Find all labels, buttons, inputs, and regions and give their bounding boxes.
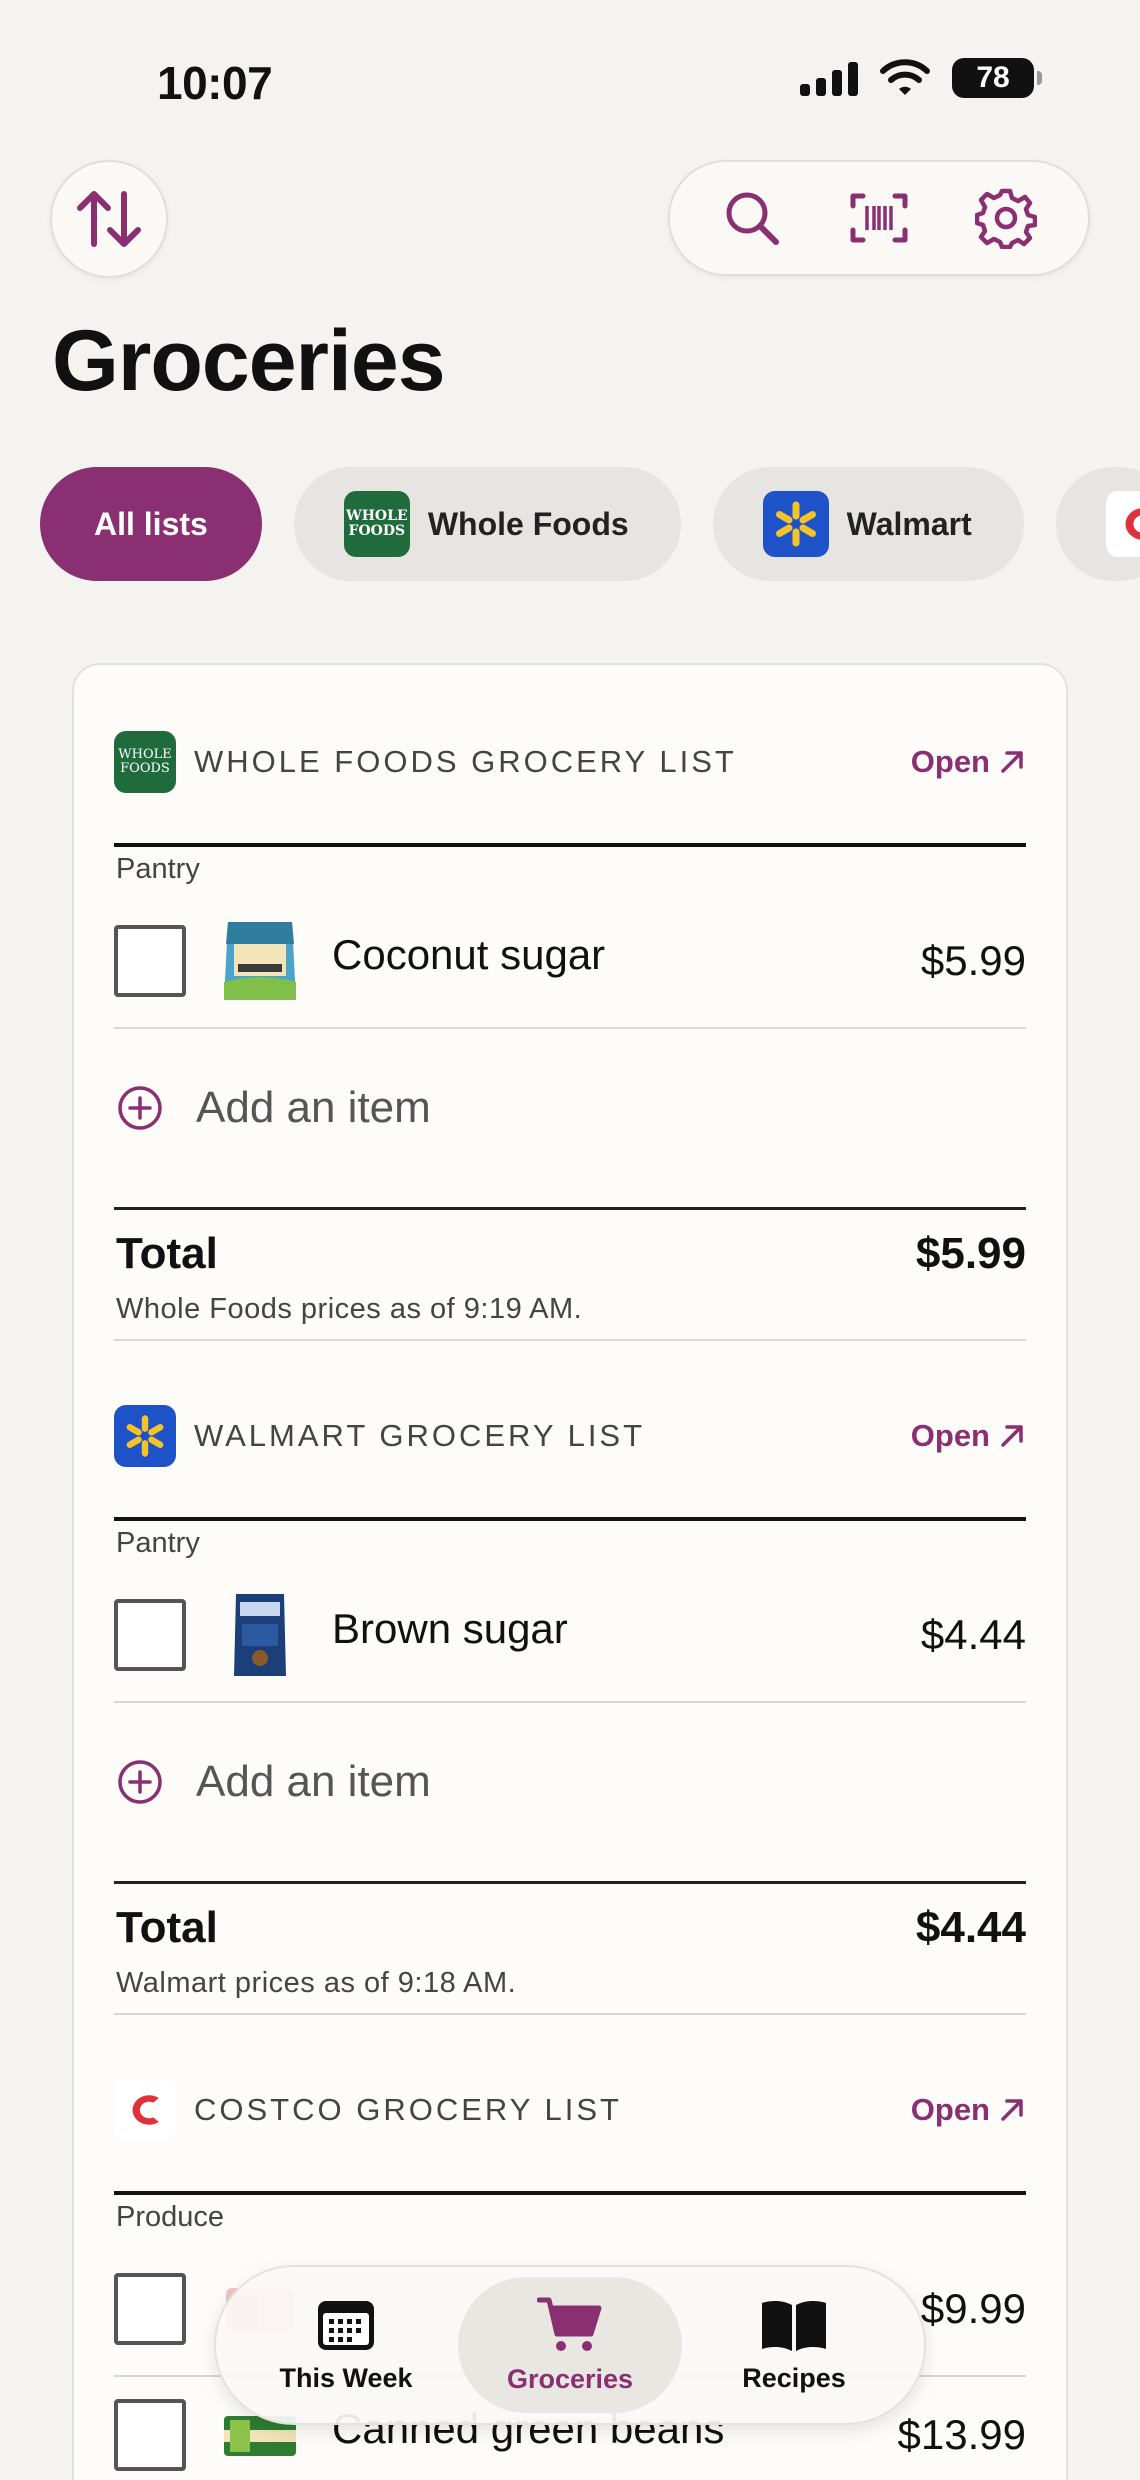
wifi-icon (880, 59, 930, 95)
cellular-signal-icon (800, 60, 858, 96)
add-item-label: Add an item (196, 1757, 431, 1806)
bottom-tab-bar: This Week Groceries Recipes (214, 2265, 926, 2425)
open-walmart-list-link[interactable]: Open (911, 1418, 1026, 1454)
search-button[interactable] (716, 182, 788, 254)
item-price: $5.99 (920, 937, 1026, 984)
filter-label: Whole Foods (427, 505, 629, 542)
item-checkbox[interactable] (114, 1599, 186, 1671)
barcode-scan-button[interactable] (843, 182, 915, 254)
list-title: WALMART GROCERY LIST (194, 1418, 646, 1453)
total-label: Total (116, 1903, 218, 1952)
total-label: Total (116, 1229, 218, 1278)
item-name: Coconut sugar (332, 931, 606, 978)
costco-logo-icon (114, 2079, 176, 2141)
filter-label: Walmart (846, 505, 972, 542)
item-name: Brown sugar (332, 1605, 568, 1652)
add-item-button[interactable]: Add an item (116, 1757, 431, 1807)
page-title: Groceries (52, 313, 446, 409)
sort-arrows-icon (77, 191, 141, 247)
list-item: Coconut sugar $5.99 (114, 911, 1026, 1011)
category-label: Produce (116, 2201, 225, 2233)
price-timestamp: Walmart prices as of 9:18 AM. (116, 1967, 517, 1999)
whole-foods-logo-icon: WHOLE FOODS (114, 731, 176, 793)
category-label: Pantry (116, 853, 200, 885)
item-checkbox[interactable] (114, 925, 186, 997)
grocery-lists-card: WHOLE FOODS WHOLE FOODS GROCERY LIST Open… (72, 663, 1068, 2480)
plus-circle-icon (118, 1760, 162, 1804)
brown-sugar-product-image (234, 1594, 286, 1676)
tab-label: This Week (279, 2362, 413, 2393)
price-timestamp: Whole Foods prices as of 9:19 AM. (116, 1293, 583, 1325)
filter-label: All lists (94, 505, 208, 542)
total-row: Total $4.44 (116, 1903, 1026, 1953)
arrow-up-right-icon (1001, 2099, 1023, 2121)
store-filter-bar: All lists WHOLE FOODS Whole Foods Walmart (40, 467, 1140, 581)
total-amount: $5.99 (915, 1229, 1026, 1278)
barcode-scan-icon (850, 193, 908, 243)
item-checkbox[interactable] (114, 2273, 186, 2345)
tab-recipes[interactable]: Recipes (682, 2277, 906, 2413)
open-book-icon (762, 2300, 826, 2351)
item-checkbox[interactable] (114, 2399, 186, 2471)
item-price: $13.99 (897, 2411, 1026, 2458)
filter-all-lists[interactable]: All lists (40, 467, 262, 581)
status-time: 10:07 (157, 57, 273, 109)
add-item-label: Add an item (196, 1083, 431, 1132)
filter-costco[interactable] (1055, 467, 1140, 581)
item-price: $9.99 (920, 2285, 1026, 2332)
battery-indicator: 78 (952, 58, 1042, 98)
arrow-up-right-icon (1001, 751, 1023, 773)
costco-logo-icon (1105, 491, 1140, 557)
settings-button[interactable] (970, 182, 1042, 254)
list-title: COSTCO GROCERY LIST (194, 2092, 622, 2127)
tab-this-week[interactable]: This Week (234, 2277, 458, 2413)
coconut-sugar-product-image (224, 922, 296, 1000)
shopping-cart-icon (537, 2297, 602, 2351)
filter-whole-foods[interactable]: WHOLE FOODS Whole Foods (293, 467, 681, 581)
search-icon (726, 192, 779, 245)
whole-foods-logo-icon: WHOLE FOODS (343, 491, 410, 557)
tab-label: Groceries (506, 2363, 634, 2394)
top-action-group (668, 160, 1090, 276)
walmart-list-header: WALMART GROCERY LIST Open (114, 1405, 1026, 1467)
open-costco-list-link[interactable]: Open (911, 2092, 1026, 2128)
walmart-spark-logo-icon (114, 1405, 176, 1467)
tab-label: Recipes (742, 2362, 846, 2393)
costco-list-header: COSTCO GROCERY LIST Open (114, 2079, 1026, 2141)
arrow-up-right-icon (1001, 1425, 1023, 1447)
category-label: Pantry (116, 1527, 200, 1559)
add-item-button[interactable]: Add an item (116, 1083, 431, 1133)
total-amount: $4.44 (915, 1903, 1026, 1952)
status-indicators: 78 (800, 58, 1042, 98)
open-whole-foods-list-link[interactable]: Open (911, 744, 1026, 780)
list-item: Brown sugar $4.44 (114, 1585, 1026, 1685)
gear-icon (975, 188, 1038, 249)
item-price: $4.44 (920, 1611, 1026, 1658)
sort-button[interactable] (50, 160, 168, 278)
whole-foods-list-header: WHOLE FOODS WHOLE FOODS GROCERY LIST Open (114, 731, 1026, 793)
filter-walmart[interactable]: Walmart (712, 467, 1024, 581)
tab-groceries[interactable]: Groceries (458, 2277, 682, 2413)
plus-circle-icon (118, 1086, 162, 1130)
walmart-spark-logo-icon (762, 491, 829, 557)
calendar-icon (318, 2300, 374, 2350)
list-title: WHOLE FOODS GROCERY LIST (194, 744, 737, 779)
total-row: Total $5.99 (116, 1229, 1026, 1279)
